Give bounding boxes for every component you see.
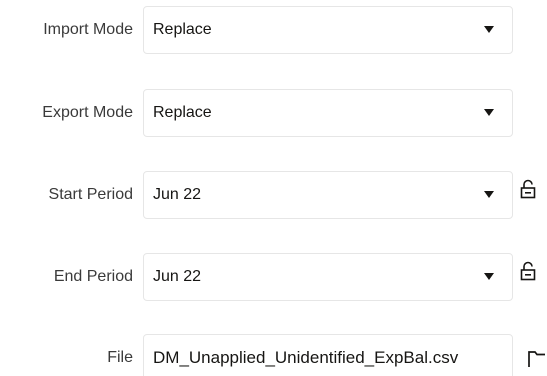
start-period-value: Jun 22 [153, 186, 202, 203]
file-label: File [107, 349, 133, 366]
file-row: File DM_Unapplied_Unidentified_ExpBal.cs… [0, 334, 547, 376]
end-period-label: End Period [53, 268, 133, 285]
start-period-select[interactable]: Jun 22 [143, 171, 513, 219]
file-value: DM_Unapplied_Unidentified_ExpBal.csv [153, 348, 459, 367]
import-mode-select[interactable]: Replace [143, 6, 513, 54]
folder-icon[interactable] [527, 349, 547, 369]
import-mode-row: Import Mode Replace [0, 6, 547, 54]
integration-options-form: Import Mode Replace Export Mode Replace … [0, 0, 547, 376]
export-mode-label: Export Mode [42, 104, 133, 121]
export-mode-select[interactable]: Replace [143, 89, 513, 137]
export-mode-value: Replace [153, 104, 212, 121]
file-input[interactable]: DM_Unapplied_Unidentified_ExpBal.csv [143, 334, 513, 376]
unlocked-padlock-icon[interactable] [520, 261, 536, 281]
end-period-select[interactable]: Jun 22 [143, 253, 513, 301]
unlocked-padlock-icon[interactable] [520, 179, 536, 199]
import-mode-label: Import Mode [43, 21, 133, 38]
caret-down-icon [484, 191, 494, 198]
export-mode-row: Export Mode Replace [0, 89, 547, 137]
import-mode-value: Replace [153, 21, 212, 38]
end-period-value: Jun 22 [153, 268, 202, 285]
caret-down-icon [484, 273, 494, 280]
end-period-row: End Period Jun 22 [0, 253, 547, 301]
start-period-label: Start Period [48, 186, 133, 203]
caret-down-icon [484, 109, 494, 116]
start-period-row: Start Period Jun 22 [0, 171, 547, 219]
caret-down-icon [484, 26, 494, 33]
